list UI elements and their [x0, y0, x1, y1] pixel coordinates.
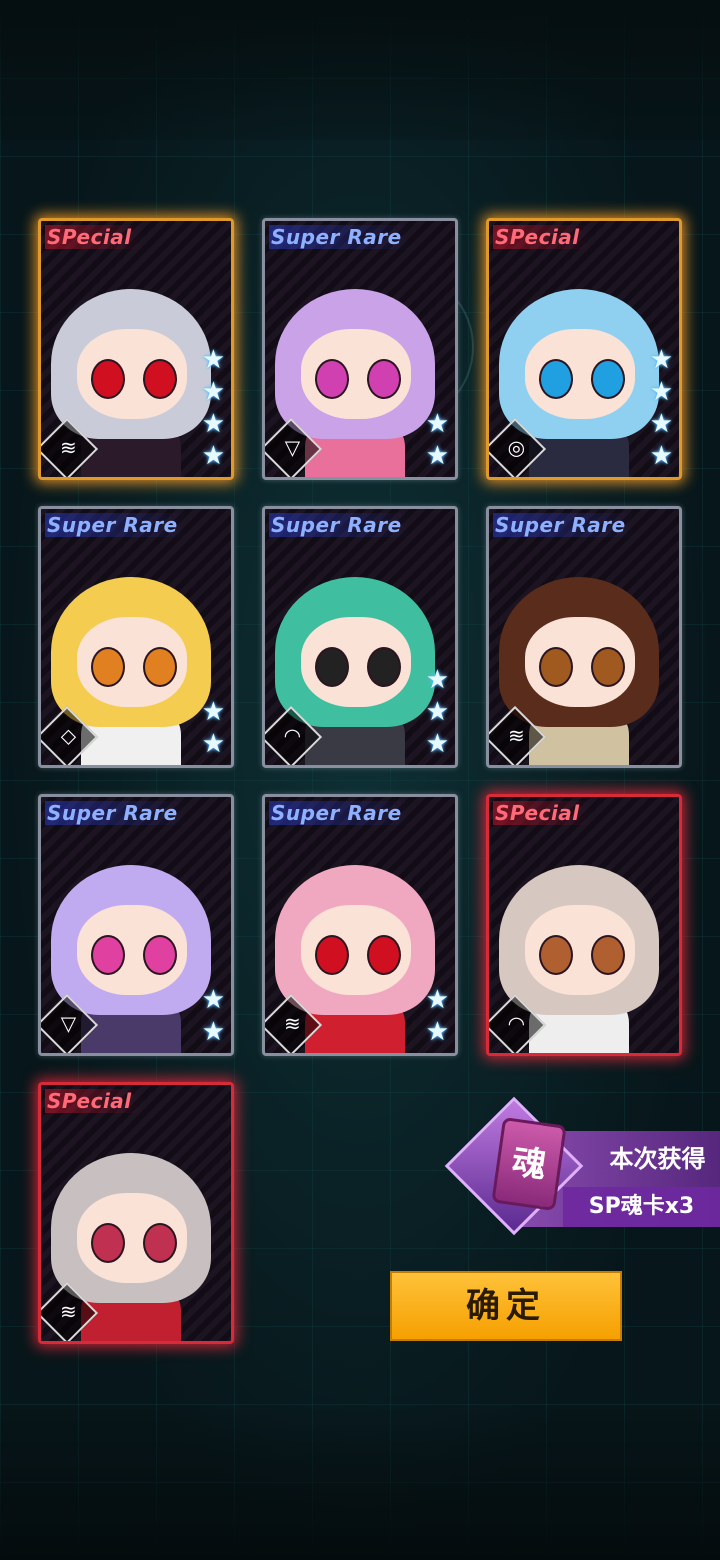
character-eye	[91, 935, 125, 975]
character-eye	[367, 647, 401, 687]
character-card[interactable]: SPecial ◠	[486, 794, 682, 1056]
rarity-label: Super Rare	[269, 513, 412, 537]
character-card[interactable]: SPecial ≋	[38, 1082, 234, 1344]
character-eye	[315, 935, 349, 975]
character-card[interactable]: Super Rare ▽ ★ ★	[262, 218, 458, 480]
character-eye	[91, 647, 125, 687]
star-icon: ★	[649, 441, 673, 471]
reward-banner: 魂 本次获得 SP魂卡x3	[444, 1096, 720, 1236]
star-icon: ★	[425, 409, 449, 439]
star-icon: ★	[201, 377, 225, 407]
rarity-label: SPecial	[45, 1089, 142, 1113]
star-icon: ★	[425, 729, 449, 759]
rarity-label: SPecial	[493, 801, 590, 825]
star-rating: ★ ★	[426, 985, 449, 1047]
bottom-shade	[0, 1400, 720, 1560]
star-rating: ★ ★	[202, 697, 225, 759]
rarity-label: Super Rare	[45, 801, 188, 825]
star-icon: ★	[201, 985, 225, 1015]
character-card[interactable]: SPecial ◎ ★ ★ ★ ★	[486, 218, 682, 480]
character-eye	[143, 359, 177, 399]
character-eye	[91, 359, 125, 399]
character-eye	[591, 935, 625, 975]
character-eye	[539, 935, 573, 975]
character-face	[525, 329, 635, 419]
star-rating: ★ ★ ★ ★	[650, 345, 673, 471]
star-icon: ★	[201, 409, 225, 439]
rarity-label: SPecial	[493, 225, 590, 249]
character-card[interactable]: Super Rare ≋	[486, 506, 682, 768]
star-icon: ★	[649, 409, 673, 439]
soul-card-icon: 魂	[491, 1116, 567, 1212]
character-card[interactable]: Super Rare ≋ ★ ★	[262, 794, 458, 1056]
character-eye	[367, 359, 401, 399]
character-card[interactable]: SPecial ≋ ★ ★ ★ ★	[38, 218, 234, 480]
character-face	[77, 617, 187, 707]
reward-title: 本次获得	[609, 1145, 706, 1173]
rarity-label: Super Rare	[269, 801, 412, 825]
character-eye	[315, 647, 349, 687]
star-icon: ★	[425, 697, 449, 727]
star-icon: ★	[649, 377, 673, 407]
star-icon: ★	[201, 345, 225, 375]
character-card[interactable]: Super Rare ▽ ★ ★	[38, 794, 234, 1056]
character-face	[301, 329, 411, 419]
character-eye	[367, 935, 401, 975]
character-eye	[91, 1223, 125, 1263]
character-card[interactable]: Super Rare ◠ ★ ★ ★	[262, 506, 458, 768]
character-eye	[143, 1223, 177, 1263]
star-icon: ★	[425, 1017, 449, 1047]
star-icon: ★	[425, 985, 449, 1015]
character-eye	[591, 647, 625, 687]
star-rating: ★ ★ ★	[426, 665, 449, 759]
character-face	[301, 617, 411, 707]
star-icon: ★	[201, 697, 225, 727]
rarity-label: Super Rare	[45, 513, 188, 537]
star-icon: ★	[649, 345, 673, 375]
character-eye	[591, 359, 625, 399]
top-shade	[0, 0, 720, 140]
character-eye	[143, 647, 177, 687]
character-face	[77, 905, 187, 995]
reward-amount: SP魂卡x3	[563, 1187, 720, 1227]
star-icon: ★	[201, 1017, 225, 1047]
star-icon: ★	[201, 441, 225, 471]
star-rating: ★ ★	[202, 985, 225, 1047]
confirm-button[interactable]: 确定	[390, 1271, 622, 1341]
rarity-label: Super Rare	[493, 513, 636, 537]
star-rating: ★ ★	[426, 409, 449, 471]
character-card[interactable]: Super Rare ◇ ★ ★	[38, 506, 234, 768]
rarity-label: SPecial	[45, 225, 142, 249]
character-eye	[539, 359, 573, 399]
character-face	[301, 905, 411, 995]
character-face	[525, 905, 635, 995]
star-rating: ★ ★ ★ ★	[202, 345, 225, 471]
character-eye	[315, 359, 349, 399]
character-eye	[143, 935, 177, 975]
rarity-label: Super Rare	[269, 225, 412, 249]
star-icon: ★	[425, 441, 449, 471]
character-face	[77, 329, 187, 419]
star-icon: ★	[425, 665, 449, 695]
character-face	[525, 617, 635, 707]
character-face	[77, 1193, 187, 1283]
star-icon: ★	[201, 729, 225, 759]
character-eye	[539, 647, 573, 687]
